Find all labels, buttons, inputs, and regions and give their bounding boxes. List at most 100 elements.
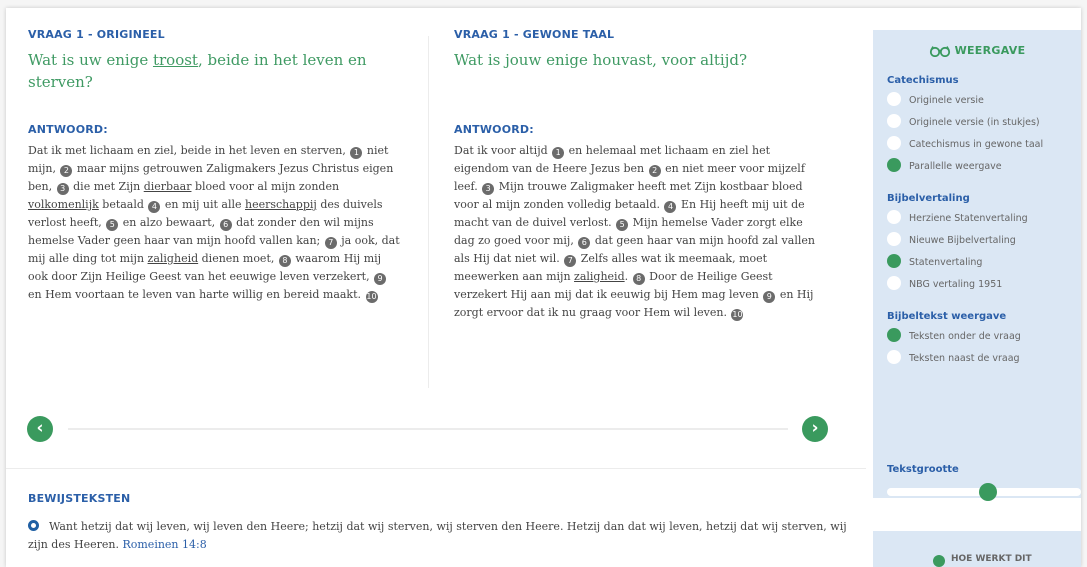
footnote-marker[interactable]: 8 xyxy=(632,273,645,285)
answer-text: bloed voor al mijn zonden xyxy=(191,180,340,193)
plain-language-column: VRAAG 1 - GEWONE TAAL Wat is jouw enige … xyxy=(454,28,826,322)
next-question-button[interactable]: › xyxy=(802,416,828,442)
previous-question-button[interactable]: ‹ xyxy=(27,416,53,442)
footnote-marker[interactable]: 6 xyxy=(578,237,591,249)
settings-option[interactable]: Catechismus in gewone taal xyxy=(887,135,1081,157)
answer-text: dienen moet, xyxy=(198,252,278,265)
footnote-marker[interactable]: 10 xyxy=(365,291,378,303)
glossary-term[interactable]: heerschappij xyxy=(245,198,317,211)
radio-unselected-icon[interactable] xyxy=(887,276,901,290)
display-settings-header: WEERGAVE xyxy=(873,44,1081,57)
radio-selected-icon[interactable] xyxy=(887,254,901,268)
answer-text: . xyxy=(624,270,632,283)
radio-unselected-icon[interactable] xyxy=(887,232,901,246)
original-label: VRAAG 1 - ORIGINEEL xyxy=(28,28,165,41)
footnote-marker[interactable]: 10 xyxy=(731,309,744,321)
footnote-marker[interactable]: 6 xyxy=(219,219,232,231)
settings-section-title: Bijbeltekst weergave xyxy=(887,311,1007,322)
proof-text-reference-link[interactable]: Romeinen 14:8 xyxy=(122,538,206,551)
proof-texts-label: BEWIJSTEKSTEN xyxy=(28,492,131,505)
settings-option[interactable]: Originele versie xyxy=(887,91,1081,113)
radio-unselected-icon[interactable] xyxy=(887,114,901,128)
footnote-marker[interactable]: 8 xyxy=(278,255,291,267)
footnote-marker[interactable]: 5 xyxy=(616,219,629,231)
display-settings-panel: WEERGAVE Catechismus Originele versie Orig… xyxy=(873,30,1081,501)
display-settings-title: WEERGAVE xyxy=(954,44,1026,57)
settings-option[interactable]: Parallelle weergave xyxy=(887,157,1081,179)
footnote-marker[interactable]: 9 xyxy=(763,291,776,303)
settings-option[interactable]: Teksten naast de vraag xyxy=(887,349,1081,371)
chevron-left-icon: ‹ xyxy=(36,418,44,438)
footnote-marker[interactable]: 5 xyxy=(106,219,119,231)
settings-option-label: Teksten naast de vraag xyxy=(909,353,1020,364)
glossary-term[interactable]: volkomenlijk xyxy=(28,198,99,211)
settings-option[interactable]: Nieuwe Bijbelvertaling xyxy=(887,231,1081,253)
settings-option-label: Nieuwe Bijbelvertaling xyxy=(909,235,1016,246)
footnote-marker[interactable]: 9 xyxy=(374,273,387,285)
radio-unselected-icon[interactable] xyxy=(887,92,901,106)
answer-text: Dat ik voor altijd xyxy=(454,144,552,157)
radio-selected-icon[interactable] xyxy=(887,158,901,172)
glasses-icon xyxy=(929,46,950,57)
settings-option-label: NBG vertaling 1951 xyxy=(909,279,1003,290)
footnote-marker[interactable]: 3 xyxy=(56,183,69,195)
settings-section-title: Catechismus xyxy=(887,75,959,86)
column-divider xyxy=(428,36,429,388)
glossary-term[interactable]: zaligheid xyxy=(148,252,199,265)
question-text: Wat is uw enige xyxy=(28,51,153,69)
plain-language-answer: Dat ik voor altijd 1 en helemaal met lic… xyxy=(454,142,826,322)
proof-text-item: Want hetzij dat wij leven, wij leven den… xyxy=(28,518,848,554)
section-divider xyxy=(6,468,866,469)
glossary-term[interactable]: zaligheid xyxy=(574,270,625,283)
answer-text: en mij uit alle xyxy=(161,198,245,211)
answer-text: Dat ik met lichaam en ziel, beide in het… xyxy=(28,144,350,157)
settings-option-label: Herziene Statenvertaling xyxy=(909,213,1028,224)
font-size-slider[interactable] xyxy=(887,483,1081,501)
radio-unselected-icon[interactable] xyxy=(887,136,901,150)
footnote-marker[interactable]: 4 xyxy=(664,201,677,213)
footnote-marker[interactable]: 7 xyxy=(324,237,337,249)
settings-option-label: Parallelle weergave xyxy=(909,161,1002,172)
footnote-marker[interactable]: 3 xyxy=(482,183,495,195)
answer-text: en alzo bewaart, xyxy=(119,216,219,229)
info-icon xyxy=(933,555,945,567)
radio-unselected-icon[interactable] xyxy=(887,210,901,224)
original-question: Wat is uw enige troost, beide in het lev… xyxy=(28,49,400,93)
original-answer-label: ANTWOORD: xyxy=(28,123,108,136)
footnote-marker[interactable]: 2 xyxy=(648,165,661,177)
settings-option[interactable]: NBG vertaling 1951 xyxy=(887,275,1081,297)
settings-option-label: Catechismus in gewone taal xyxy=(909,139,1044,150)
footnote-marker[interactable]: 7 xyxy=(564,255,577,267)
settings-option[interactable]: Statenvertaling xyxy=(887,253,1081,275)
radio-selected-icon[interactable] xyxy=(887,328,901,342)
question-underlined-term[interactable]: troost xyxy=(153,51,198,69)
help-panel-title[interactable]: HOE WERKT DIT xyxy=(951,554,1032,564)
original-column: VRAAG 1 - ORIGINEEL Wat is uw enige troo… xyxy=(28,28,400,304)
bullet-icon xyxy=(28,520,39,531)
plain-language-label: VRAAG 1 - GEWONE TAAL xyxy=(454,28,615,41)
help-panel: HOE WERKT DIT xyxy=(873,531,1081,567)
answer-text: en Hem voortaan te leven van harte willi… xyxy=(28,288,365,301)
settings-option[interactable]: Herziene Statenvertaling xyxy=(887,209,1081,231)
radio-unselected-icon[interactable] xyxy=(887,350,901,364)
navigation-track xyxy=(68,428,788,430)
settings-option[interactable]: Originele versie (in stukjes) xyxy=(887,113,1081,135)
settings-section-title: Bijbelvertaling xyxy=(887,193,970,204)
settings-option-label: Statenvertaling xyxy=(909,257,983,268)
footnote-marker[interactable]: 1 xyxy=(552,147,565,159)
footnote-marker[interactable]: 1 xyxy=(350,147,363,159)
chevron-right-icon: › xyxy=(811,418,819,438)
footnote-marker[interactable]: 2 xyxy=(60,165,73,177)
answer-text: betaald xyxy=(98,198,148,211)
settings-option-label: Originele versie xyxy=(909,95,984,106)
settings-option[interactable]: Teksten onder de vraag xyxy=(887,327,1081,349)
settings-option-label: Teksten onder de vraag xyxy=(909,331,1021,342)
settings-option-label: Originele versie (in stukjes) xyxy=(909,117,1040,128)
footnote-marker[interactable]: 4 xyxy=(148,201,161,213)
plain-language-question: Wat is jouw enige houvast, voor altijd? xyxy=(454,51,748,69)
settings-sections: Catechismus Originele versie Originele ver… xyxy=(873,75,1081,371)
font-size-label: Tekstgrootte xyxy=(887,464,959,475)
font-size-slider-handle[interactable] xyxy=(978,483,997,501)
original-answer: Dat ik met lichaam en ziel, beide in het… xyxy=(28,142,400,304)
glossary-term[interactable]: dierbaar xyxy=(144,180,192,193)
